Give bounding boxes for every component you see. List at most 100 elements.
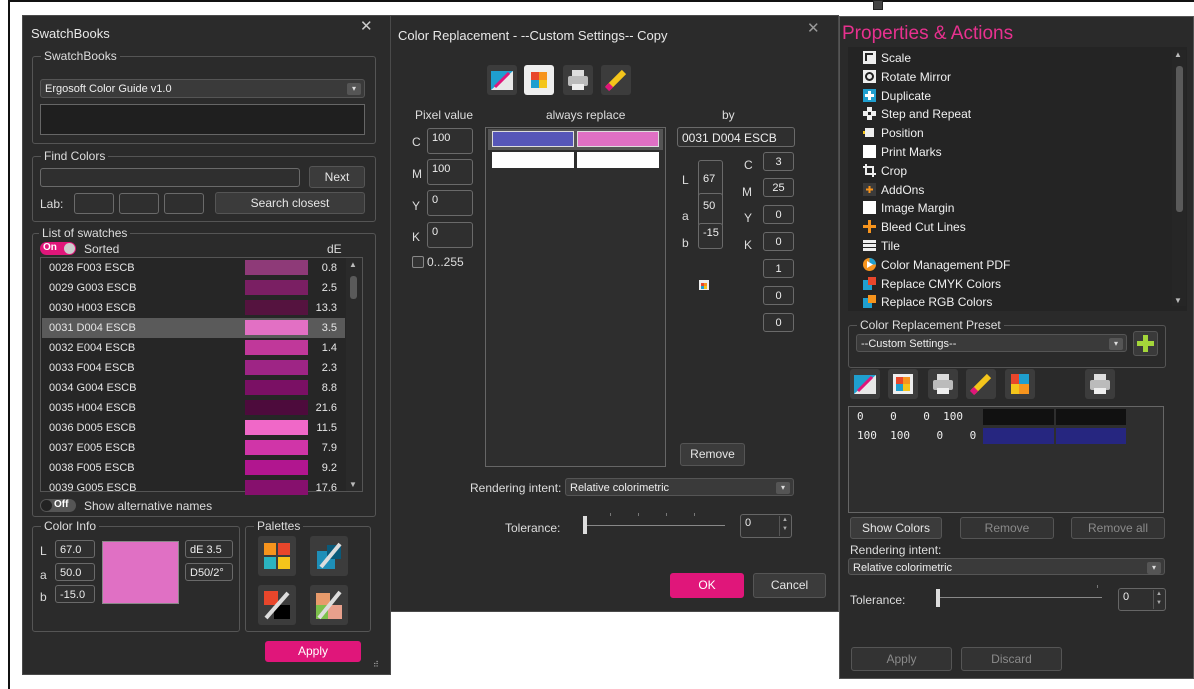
- swatch-list-item[interactable]: 0032 E004 ESCB 1.4: [42, 338, 345, 358]
- spin-arrows-icon[interactable]: ▲ ▼: [779, 516, 790, 536]
- pv-c-input[interactable]: 100: [427, 128, 473, 154]
- discard-button[interactable]: Discard: [961, 647, 1062, 671]
- swatch-list-item[interactable]: 0031 D004 ESCB 3.5: [42, 318, 345, 338]
- by-extra-1[interactable]: 1: [763, 259, 794, 278]
- mini-color-grid-icon[interactable]: [699, 280, 709, 290]
- swatch-list-scroll-thumb[interactable]: [350, 276, 357, 299]
- next-button[interactable]: Next: [309, 166, 365, 188]
- find-colors-input[interactable]: [40, 168, 300, 187]
- swatch-list-item[interactable]: 0033 F004 ESCB 2.3: [42, 358, 345, 378]
- property-item[interactable]: Scale: [863, 49, 1163, 67]
- scroll-up-icon[interactable]: ▲: [1174, 50, 1182, 59]
- tolerance-spinbox[interactable]: 0 ▲ ▼: [740, 514, 792, 538]
- palette-grid-icon[interactable]: [258, 536, 296, 576]
- swatch-list-item[interactable]: 0030 H003 ESCB 13.3: [42, 298, 345, 318]
- plus-icon: [1137, 335, 1154, 352]
- property-item[interactable]: Tile: [863, 237, 1163, 255]
- palette-brush-blue-icon[interactable]: [310, 536, 348, 576]
- edit-pen-icon[interactable]: [850, 369, 880, 399]
- by-k-input[interactable]: 0: [763, 232, 794, 251]
- close-icon[interactable]: ✕: [360, 17, 373, 35]
- prop-tolerance-slider-track[interactable]: [936, 597, 1102, 598]
- swatch-list-item[interactable]: 0035 H004 ESCB 21.6: [42, 398, 345, 418]
- prop-rendering-intent-select[interactable]: Relative colorimetric ▾: [848, 558, 1165, 575]
- prop-tolerance-slider-handle[interactable]: [936, 589, 940, 607]
- swatch-list-item[interactable]: 0036 D005 ESCB 11.5: [42, 418, 345, 438]
- by-extra-2[interactable]: 0: [763, 286, 794, 305]
- prop-tolerance-spinbox[interactable]: 0 ▲ ▼: [1118, 588, 1166, 611]
- show-colors-button[interactable]: Show Colors: [850, 517, 942, 539]
- swatch-list-item[interactable]: 0029 G003 ESCB 2.5: [42, 278, 345, 298]
- range-checkbox[interactable]: [412, 256, 424, 268]
- preset-row-1[interactable]: 0 0 0 100: [850, 409, 1162, 426]
- sorted-toggle[interactable]: On: [40, 242, 76, 255]
- by-y-input[interactable]: 0: [763, 205, 794, 224]
- measure-icon[interactable]: [966, 369, 996, 399]
- property-item[interactable]: Position: [863, 124, 1163, 142]
- ok-button[interactable]: OK: [670, 573, 744, 598]
- palette-brush-skin-icon[interactable]: [310, 585, 348, 625]
- scroll-down-icon[interactable]: ▼: [349, 480, 357, 489]
- search-closest-button[interactable]: Search closest: [215, 192, 365, 214]
- properties-scroll-thumb[interactable]: [1176, 66, 1183, 212]
- property-item[interactable]: Rotate Mirror: [863, 68, 1163, 86]
- property-item[interactable]: Duplicate: [863, 87, 1163, 105]
- property-item[interactable]: Step and Repeat: [863, 105, 1163, 123]
- by-m-input[interactable]: 25: [763, 178, 794, 197]
- cancel-button[interactable]: Cancel: [753, 573, 826, 598]
- resize-grip-icon[interactable]: ⠾: [373, 660, 379, 669]
- pv-m-input[interactable]: 100: [427, 159, 473, 185]
- printer-icon[interactable]: [928, 369, 958, 399]
- swatch-list-item[interactable]: 0039 G005 ESCB 17.6: [42, 478, 345, 498]
- remove-all-button[interactable]: Remove all: [1071, 517, 1165, 539]
- lab-a-input[interactable]: [119, 193, 159, 214]
- swatchbook-select[interactable]: Ergosoft Color Guide v1.0 ▾: [40, 79, 365, 98]
- property-item[interactable]: Replace RGB Colors: [863, 293, 1163, 311]
- rendering-intent-select[interactable]: Relative colorimetric ▾: [565, 478, 794, 496]
- by-extra-3[interactable]: 0: [763, 313, 794, 332]
- pv-y-input[interactable]: 0: [427, 190, 473, 216]
- swatch-list-item[interactable]: 0038 F005 ESCB 9.2: [42, 458, 345, 478]
- swatch-list-item[interactable]: 0037 E005 ESCB 7.9: [42, 438, 345, 458]
- lab-l-input[interactable]: [74, 193, 114, 214]
- prop-apply-button[interactable]: Apply: [851, 647, 952, 671]
- replacement-remove-button[interactable]: Remove: [680, 443, 745, 466]
- add-preset-button[interactable]: [1133, 331, 1158, 356]
- by-b-input[interactable]: -15: [698, 223, 723, 249]
- preset-remove-button[interactable]: Remove: [960, 517, 1054, 539]
- tolerance-slider-handle[interactable]: [583, 516, 587, 534]
- printer-icon[interactable]: [1085, 369, 1115, 399]
- property-item[interactable]: Color Management PDF: [863, 256, 1163, 274]
- lab-b-input[interactable]: [164, 193, 204, 214]
- preset-row-2[interactable]: 100 100 0 0: [850, 428, 1162, 445]
- scroll-down-icon[interactable]: ▼: [1174, 296, 1182, 305]
- property-item[interactable]: Crop: [863, 162, 1163, 180]
- edit-pen-icon[interactable]: [487, 65, 517, 95]
- by-c-input[interactable]: 3: [763, 152, 794, 171]
- scroll-up-icon[interactable]: ▲: [349, 260, 357, 269]
- pv-k-input[interactable]: 0: [427, 222, 473, 248]
- swatch-name: 0035 H004 ESCB: [49, 402, 136, 414]
- property-item[interactable]: AddOns: [863, 181, 1163, 199]
- property-item[interactable]: Replace CMYK Colors: [863, 275, 1163, 293]
- color-blocks-icon[interactable]: [1005, 369, 1035, 399]
- property-item[interactable]: Print Marks: [863, 143, 1163, 161]
- measure-icon[interactable]: [601, 65, 631, 95]
- replacement-table[interactable]: [485, 127, 666, 467]
- property-item[interactable]: Image Margin: [863, 199, 1163, 217]
- spin-arrows-icon[interactable]: ▲ ▼: [1153, 590, 1164, 609]
- property-item[interactable]: Bleed Cut Lines: [863, 218, 1163, 236]
- swatchbooks-apply-button[interactable]: Apply: [265, 641, 361, 662]
- printer-icon[interactable]: [563, 65, 593, 95]
- by-a-input[interactable]: 50: [698, 193, 723, 227]
- swatch-list-item[interactable]: 0034 G004 ESCB 8.8: [42, 378, 345, 398]
- alt-names-toggle[interactable]: Off: [40, 499, 76, 512]
- by-name-input[interactable]: 0031 D004 ESCB: [677, 127, 795, 147]
- swatch-list-item[interactable]: 0028 F003 ESCB 0.8: [42, 258, 345, 278]
- tolerance-slider-track[interactable]: [583, 525, 725, 526]
- color-grid-icon[interactable]: [888, 369, 918, 399]
- preset-select[interactable]: --Custom Settings-- ▾: [856, 334, 1127, 352]
- palette-brush-black-icon[interactable]: [258, 585, 296, 625]
- color-grid-icon[interactable]: [524, 65, 554, 95]
- close-icon[interactable]: ✕: [807, 19, 820, 37]
